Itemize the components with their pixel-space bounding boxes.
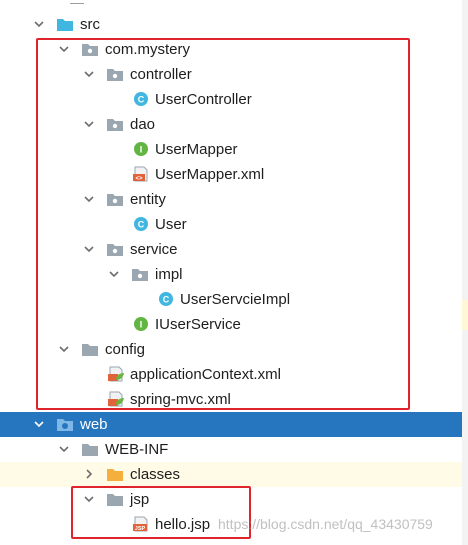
- tree-node-userservcieimpl[interactable]: C UserServcieImpl: [0, 287, 462, 312]
- svg-text:<>: <>: [135, 176, 143, 182]
- spring-xml-icon: [108, 366, 124, 382]
- chevron-down-icon[interactable]: [82, 67, 96, 81]
- chevron-right-icon[interactable]: [82, 467, 96, 481]
- jsp-file-icon: JSP: [133, 516, 148, 532]
- chevron-down-icon[interactable]: [57, 342, 71, 356]
- tree-node-label: service: [130, 241, 178, 258]
- chevron-down-icon[interactable]: [32, 17, 46, 31]
- chevron-down-icon[interactable]: [107, 267, 121, 281]
- tree-node-label: User: [155, 216, 187, 233]
- package-icon: [82, 44, 98, 56]
- tree-node-label: UserMapper.xml: [155, 166, 265, 183]
- tree-node-label: jsp: [130, 491, 150, 508]
- class-icon: C: [134, 92, 148, 106]
- tree-node-label: UserMapper: [155, 141, 238, 158]
- chevron-down-icon[interactable]: [82, 192, 96, 206]
- tree-node-label: applicationContext.xml: [130, 366, 281, 383]
- project-tree: src com.mystery controller C UserControl…: [0, 0, 462, 545]
- folder-icon: [82, 444, 98, 456]
- package-icon: [132, 269, 148, 281]
- tree-node-label: impl: [155, 266, 183, 283]
- svg-text:C: C: [138, 220, 145, 230]
- tree-node-usermapper[interactable]: I UserMapper: [0, 137, 462, 162]
- tree-node-applicationcontext-xml[interactable]: applicationContext.xml: [0, 362, 462, 387]
- folder-blue-icon: [57, 19, 73, 31]
- tree-node-jsp[interactable]: jsp: [0, 487, 462, 512]
- tree-node-web[interactable]: web: [0, 412, 462, 437]
- spring-xml-icon: [108, 391, 124, 407]
- tree-node-usercontroller[interactable]: C UserController: [0, 87, 462, 112]
- tree-node-label: UserServcieImpl: [180, 291, 291, 308]
- tree-node-spring-mvc-xml[interactable]: spring-mvc.xml: [0, 387, 462, 412]
- tree-node-classes[interactable]: classes: [0, 462, 462, 487]
- class-icon: C: [134, 217, 148, 231]
- chevron-down-icon[interactable]: [82, 242, 96, 256]
- tree-node-dao[interactable]: dao: [0, 112, 462, 137]
- tree-node-label: WEB-INF: [105, 441, 169, 458]
- xml-file-icon: <>: [133, 166, 148, 182]
- package-icon: [107, 119, 123, 131]
- web-folder-icon: [57, 419, 73, 431]
- tree-node-label: UserController: [155, 91, 252, 108]
- tree-node-iuserservice[interactable]: I IUserService: [0, 312, 462, 337]
- class-icon: C: [159, 292, 173, 306]
- tree-node-controller[interactable]: controller: [0, 62, 462, 87]
- watermark: https://blog.csdn.net/qq_43430759: [218, 516, 433, 532]
- tree-node-label: IUserService: [155, 316, 241, 333]
- vertical-scrollbar[interactable]: [462, 0, 468, 545]
- svg-text:I: I: [140, 320, 143, 330]
- tree-node-entity[interactable]: entity: [0, 187, 462, 212]
- tree-node-label: hello.jsp: [155, 516, 211, 533]
- tree-node-src[interactable]: src: [0, 12, 462, 37]
- package-icon: [107, 194, 123, 206]
- svg-text:C: C: [163, 295, 170, 305]
- tree-node-service[interactable]: service: [0, 237, 462, 262]
- tree-node-label: classes: [130, 466, 181, 483]
- scrollbar-thumb[interactable]: [462, 300, 468, 330]
- tree-node-usermapper-xml[interactable]: <> UserMapper.xml: [0, 162, 462, 187]
- tree-node-user[interactable]: C User: [0, 212, 462, 237]
- tree-node-label: entity: [130, 191, 166, 208]
- tree-node-web-inf[interactable]: WEB-INF: [0, 437, 462, 462]
- chevron-down-icon[interactable]: [82, 117, 96, 131]
- interface-icon: I: [134, 317, 148, 331]
- tree-node-impl[interactable]: impl: [0, 262, 462, 287]
- tree-guide: [70, 0, 84, 4]
- svg-text:C: C: [138, 95, 145, 105]
- tree-node-com-mystery[interactable]: com.mystery: [0, 37, 462, 62]
- chevron-down-icon[interactable]: [32, 417, 46, 431]
- tree-node-config[interactable]: config: [0, 337, 462, 362]
- svg-text:I: I: [140, 145, 143, 155]
- folder-icon: [82, 344, 98, 356]
- folder-icon: [107, 494, 123, 506]
- tree-node-label: web: [80, 416, 108, 433]
- folder-orange-icon: [107, 469, 123, 481]
- tree-node-label: config: [105, 341, 146, 358]
- svg-text:JSP: JSP: [135, 526, 146, 532]
- tree-node-label: dao: [130, 116, 156, 133]
- package-icon: [107, 244, 123, 256]
- interface-icon: I: [134, 142, 148, 156]
- tree-node-label: com.mystery: [105, 41, 191, 58]
- tree-node-label: src: [80, 16, 100, 33]
- chevron-down-icon[interactable]: [57, 442, 71, 456]
- chevron-down-icon[interactable]: [82, 492, 96, 506]
- tree-node-label: controller: [130, 66, 192, 83]
- chevron-down-icon[interactable]: [57, 42, 71, 56]
- tree-node-label: spring-mvc.xml: [130, 391, 231, 408]
- package-icon: [107, 69, 123, 81]
